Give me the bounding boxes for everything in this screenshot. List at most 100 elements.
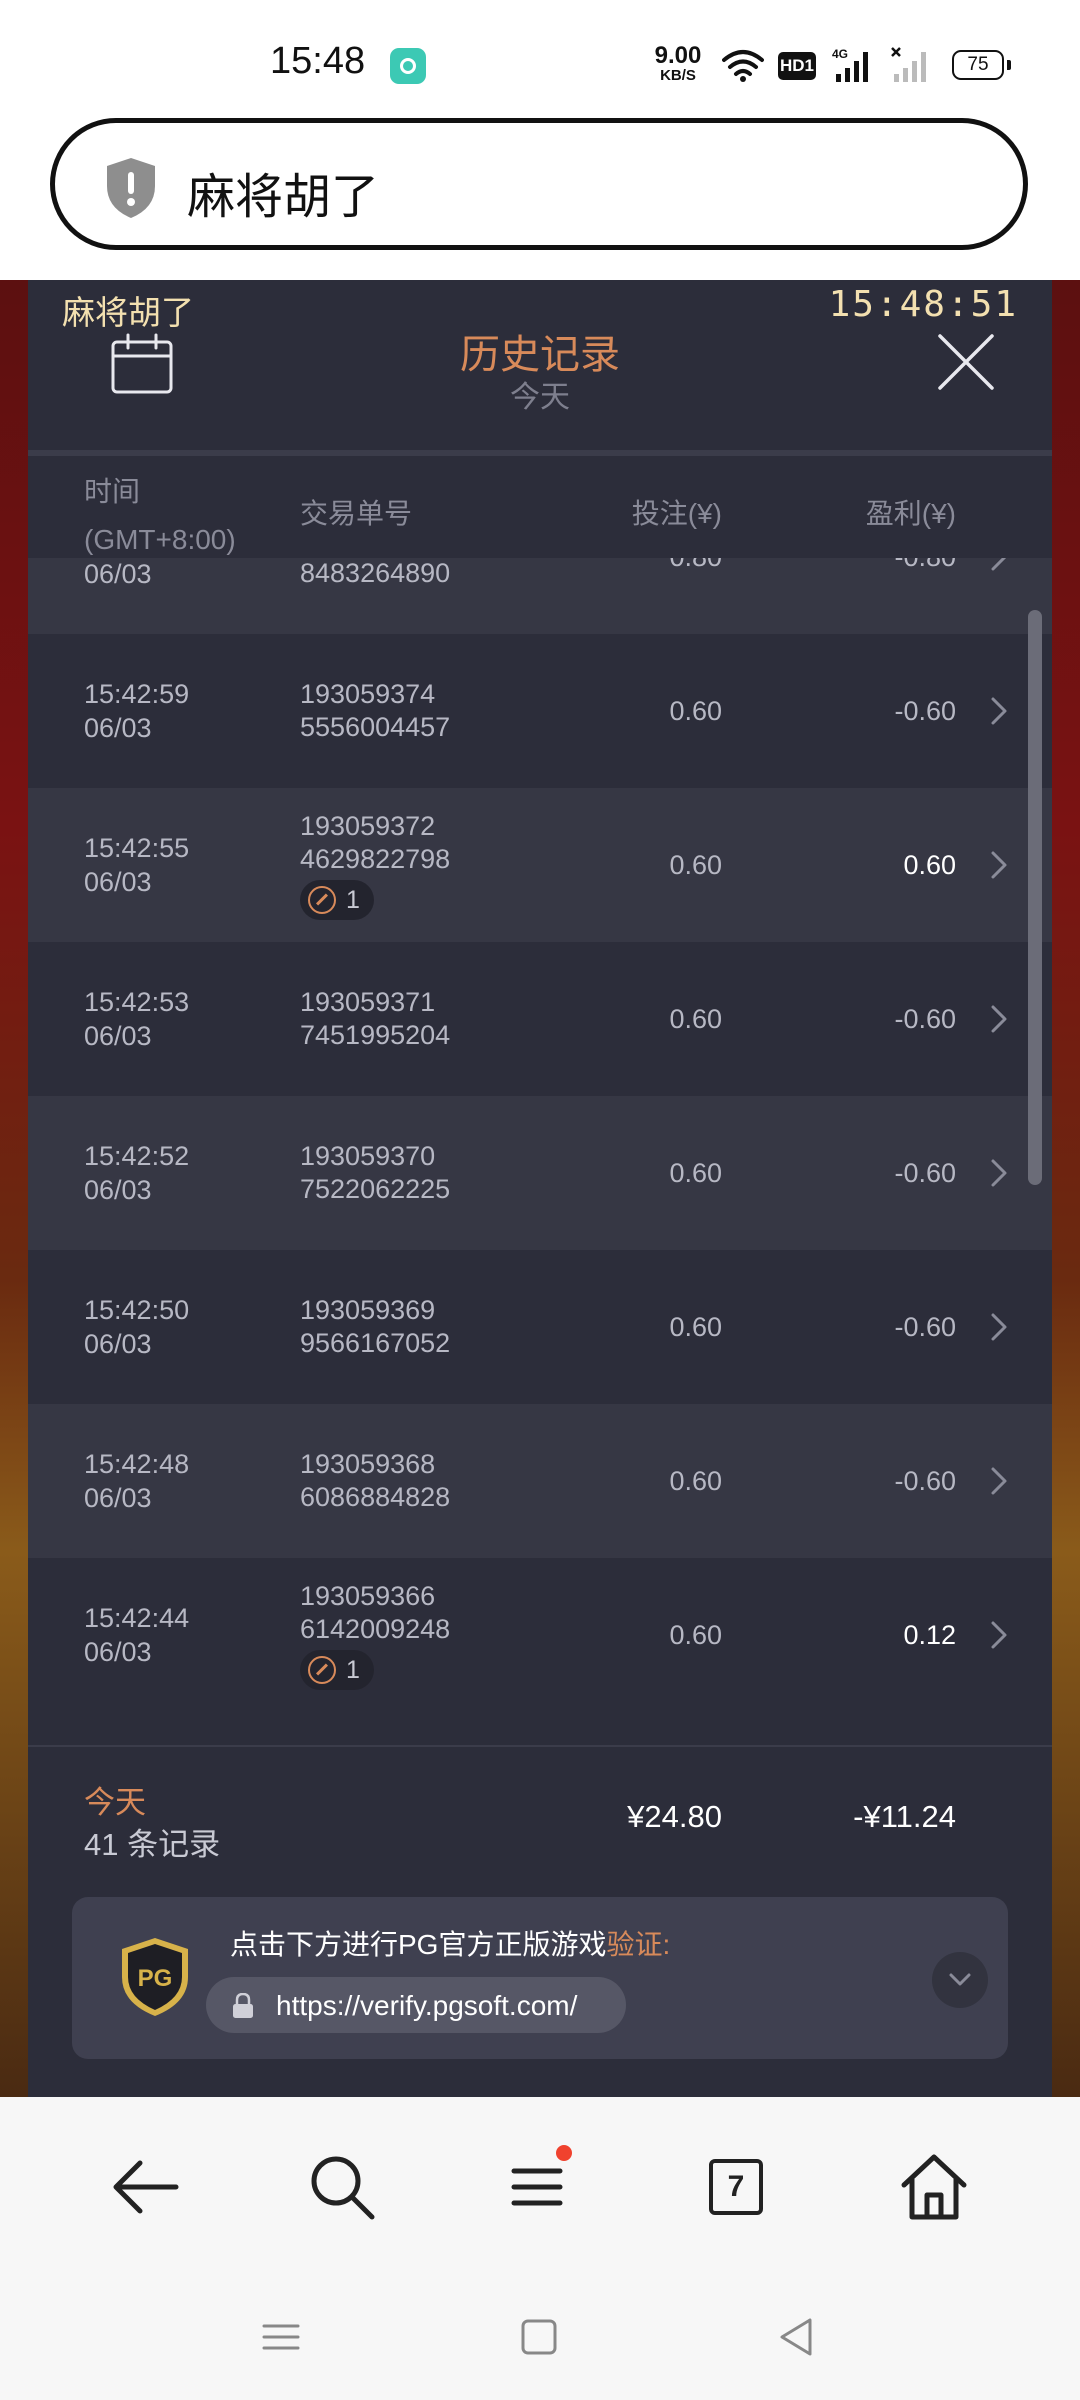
table-row[interactable]: 15:43:0106/03 1930593768483264890 0.80 -0.8…: [28, 558, 1052, 634]
signal-4g-icon: 4G: [832, 47, 868, 82]
status-time: 15:48: [270, 40, 366, 82]
row-order-id: 193059366 6142009248 1: [300, 1558, 450, 1712]
chevron-right-icon: [991, 1005, 1007, 1033]
history-filter[interactable]: 今天: [28, 372, 1052, 416]
row-date: 06/03: [84, 1637, 152, 1667]
row-order-id: 193059374 5556004457: [300, 634, 450, 788]
row-date: 06/03: [84, 713, 152, 743]
row-date: 06/03: [84, 867, 152, 897]
row-bet: 0.60: [669, 1466, 722, 1496]
chevron-right-icon: [991, 697, 1007, 725]
badge-count: 1: [346, 1655, 360, 1684]
network-speed-unit: KB/S: [660, 67, 696, 84]
back-button[interactable]: [106, 2147, 186, 2227]
row-bet: 0.60: [669, 1620, 722, 1650]
row-profit: 0.60: [903, 850, 956, 880]
row-order-id-line1: 193059370: [300, 1141, 436, 1171]
recent-apps-icon: [262, 2324, 300, 2350]
list-scrollbar[interactable]: [1028, 610, 1042, 1185]
table-row[interactable]: 15:42:59 06/03 193059374 5556004457 0.60 -0.6…: [28, 634, 1052, 788]
summary-total-bet: ¥24.80: [627, 1799, 722, 1834]
wifi-icon: [722, 50, 764, 82]
row-order-id-line2: 8483264890: [300, 558, 451, 588]
row-order-id-line2: 7522062225: [300, 1174, 451, 1204]
history-header: 麻将胡了 15:48:51 历史记录 今天: [28, 280, 1052, 450]
recent-apps-button[interactable]: [256, 2312, 306, 2362]
row-order-id-line2: 6142009248: [300, 1614, 451, 1644]
address-pill[interactable]: 麻将胡了: [50, 118, 1028, 250]
row-bet: 0.60: [669, 850, 722, 880]
search-button[interactable]: [302, 2147, 382, 2227]
free-spin-icon: [308, 886, 336, 914]
menu-button[interactable]: [498, 2145, 578, 2227]
row-order-id: 193059371 7451995204: [300, 942, 450, 1096]
game-clock: 15:48:51: [828, 284, 1018, 325]
table-row[interactable]: 15:42:48 06/03 193059368 6086884828 0.60 -0.6…: [28, 1404, 1052, 1558]
row-bet: 0.60: [669, 1312, 722, 1342]
history-list-inner: 15:43:0106/03 1930593768483264890 0.80 -0.8…: [28, 558, 1052, 1712]
signal-sim2-icon: [891, 47, 926, 82]
verify-url-link[interactable]: https://verify.pgsoft.com/: [206, 1977, 626, 2033]
expand-button[interactable]: [932, 1952, 988, 2008]
system-back-button[interactable]: [772, 2312, 822, 2362]
summary-period: 今天: [84, 1785, 146, 1820]
row-order-id-line2: 5556004457: [300, 712, 451, 742]
square-home-icon: [521, 2319, 557, 2355]
page-title: 麻将胡了: [187, 171, 380, 224]
table-header: 时间 (GMT+8:00) 交易单号 投注(¥) 盈利(¥): [28, 456, 1052, 558]
row-time-value: 15:42:55: [84, 833, 190, 863]
row-profit: -0.60: [894, 1466, 956, 1496]
history-panel: 麻将胡了 15:48:51 历史记录 今天 时间 (GMT+8:00) 交易单号…: [28, 280, 1052, 2099]
row-order-id-line1: 193059368: [300, 1449, 436, 1479]
chevron-right-icon: [991, 1159, 1007, 1187]
row-time-value: 15:42:52: [84, 1141, 190, 1171]
pg-logo-text: PG: [138, 1965, 173, 1992]
badge-count: 1: [346, 885, 360, 914]
row-time: 15:42:52 06/03: [84, 1096, 189, 1250]
system-navigation-bar: [0, 2272, 1080, 2400]
chevron-down-icon: [949, 1973, 971, 1986]
row-order-id-line1: 193059372: [300, 811, 436, 841]
verify-text-highlight: 验证:: [606, 1929, 671, 1960]
network-speed-value: 9.00: [654, 42, 702, 69]
table-row[interactable]: 15:42:50 06/03 193059369 9566167052 0.60 -0.6…: [28, 1250, 1052, 1404]
home-button[interactable]: [894, 2147, 974, 2227]
row-date: 06/03: [84, 1329, 152, 1359]
verify-url: https://verify.pgsoft.com/: [276, 1990, 578, 2021]
tabs-count: 7: [709, 2159, 763, 2215]
row-order-id: 193059372 4629822798 1: [300, 788, 450, 942]
home-icon: [901, 2154, 967, 2220]
row-order-id: 1930593768483264890: [300, 558, 450, 634]
row-time: 15:42:44 06/03: [84, 1558, 189, 1712]
row-order-id-line2: 4629822798: [300, 844, 451, 874]
battery-indicator: 75: [952, 50, 1011, 80]
table-row[interactable]: 15:42:53 06/03 193059371 7451995204 0.60 -0.6…: [28, 942, 1052, 1096]
table-row[interactable]: 15:42:44 06/03 193059366 6142009248 1 0.60 0.1…: [28, 1558, 1052, 1712]
row-bet: 0.80: [669, 558, 722, 634]
column-time-label: 时间: [84, 476, 141, 507]
row-bet: 0.60: [669, 1158, 722, 1188]
summary-count: 41 条记录: [84, 1827, 221, 1862]
row-bet: 0.60: [669, 1004, 722, 1034]
system-home-button[interactable]: [514, 2312, 564, 2362]
close-icon[interactable]: [936, 332, 996, 392]
menu-notification-dot: [556, 2145, 572, 2161]
row-profit: -0.80: [894, 558, 956, 634]
row-order-id: 193059368 6086884828: [300, 1404, 450, 1558]
row-time: 15:42:53 06/03: [84, 942, 189, 1096]
row-time: 15:42:55 06/03: [84, 788, 189, 942]
row-date: 06/03: [84, 1021, 152, 1051]
lock-icon: [233, 1993, 253, 2018]
row-order-id: 193059370 7522062225: [300, 1096, 450, 1250]
arrow-left-icon: [113, 2160, 179, 2214]
pg-logo: PG: [122, 1938, 188, 2016]
tabs-button[interactable]: 7: [696, 2147, 776, 2227]
history-summary: 今天 41 条记录 ¥24.80 -¥11.24 PG 点击下方进行PG官方正版…: [28, 1745, 1052, 2099]
row-profit: -0.60: [894, 1004, 956, 1034]
row-bet: 0.60: [669, 696, 722, 726]
table-row[interactable]: 15:42:55 06/03 193059372 4629822798 1 0.60 0.6…: [28, 788, 1052, 942]
table-row[interactable]: 15:42:52 06/03 193059370 7522062225 0.60 -0.6…: [28, 1096, 1052, 1250]
free-spin-badge: 1: [300, 880, 374, 920]
browser-title-bar: 麻将胡了: [0, 110, 1080, 280]
column-order-id: 交易单号: [300, 498, 413, 529]
